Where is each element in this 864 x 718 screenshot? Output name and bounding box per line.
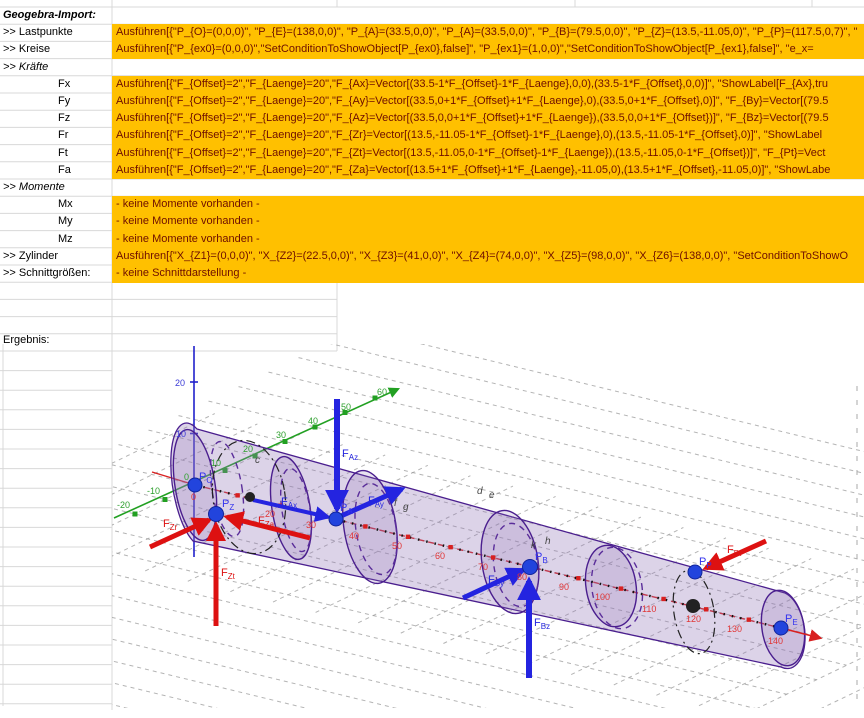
helper-point [686,599,700,613]
y-axis-tick [133,512,138,517]
row-label[interactable]: Mx [0,196,112,213]
helper-point [245,492,255,502]
value-cell[interactable]: - keine Schnittdarstellung - [112,265,864,283]
x-axis-tick [704,607,708,611]
y-axis-label: 20 [243,444,253,454]
value-cell[interactable] [112,59,864,77]
y-axis-label: 30 [276,430,286,440]
x-axis-label: 70 [478,562,488,572]
x-axis-label: 110 [642,604,656,614]
row-label[interactable]: >> Kräfte [0,59,112,76]
row-label[interactable]: >> Lastpunkte [0,24,112,41]
object-letter-label: g [403,502,409,513]
row-label[interactable]: >> Zylinder [0,248,112,265]
y-axis-label: 50 [341,402,351,412]
ergebnis-label: Ergebnis: [3,334,49,346]
formula-cell[interactable]: Ausführen[{"P_{O}=(0,0,0)", "P_{E}=(138,… [112,24,864,42]
z-axis-label: 20 [175,378,185,388]
object-letter-label: c [255,455,260,466]
row-label[interactable]: My [0,213,112,230]
row-label[interactable]: Fr [0,127,112,144]
row-label[interactable]: Mz [0,231,112,248]
row-label[interactable]: >> Momente [0,179,112,196]
row-label[interactable]: Fz [0,110,112,127]
z-axis-label: 10 [176,429,186,439]
row-label[interactable]: >> Schnittgrößen: [0,265,112,282]
x-axis-tick [448,545,452,549]
point-label-P-P: PP [699,556,712,570]
y-axis-label: -20 [117,500,130,510]
formula-cell[interactable]: Ausführen[{"F_{Offset}=2","F_{Laenge}=20… [112,76,864,94]
y-axis-label: -10 [147,486,160,496]
object-letter-label: h [545,536,551,547]
formula-cell[interactable]: Ausführen[{"F_{Offset}=2","F_{Laenge}=20… [112,162,864,180]
value-cell[interactable]: - keine Momente vorhanden - [112,196,864,214]
x-axis-label: 30 [306,520,316,530]
x-axis-tick [235,493,239,497]
row-label[interactable]: Fa [0,162,112,179]
x-axis-tick [747,617,751,621]
x-axis-label: 120 [686,614,701,624]
force-label-F-Zt: FZt [221,567,236,581]
x-axis-label: 60 [435,551,445,561]
x-axis-label: 20 [265,509,275,519]
y-axis-label: 10 [211,458,221,468]
row-label[interactable]: Fy [0,93,112,110]
x-axis-label: 130 [727,624,742,634]
y-axis-label: 40 [308,416,318,426]
formula-cell[interactable]: Ausführen[{"F_{Offset}=2","F_{Laenge}=20… [112,127,864,145]
x-axis-tick [619,586,623,590]
x-axis-label: 50 [392,541,402,551]
force-label-F-Az: FAz [342,448,358,462]
point [329,512,343,526]
formula-cell[interactable]: Ausführen[{"X_{Z1}=(0,0,0)", "X_{Z2}=(22… [112,248,864,266]
y-axis-label: 60 [377,387,387,397]
y-axis-label: 0 [184,472,189,482]
value-cell[interactable]: - keine Momente vorhanden - [112,231,864,249]
geogebra-3d-view: 0 20 30 40 50 60 70 80 90 100 110 120 130 140 -20 -10 0 1… [0,329,864,718]
force-label-F-Zr: FZr [163,518,178,532]
x-axis-label: 90 [559,582,569,592]
x-axis-label: 140 [768,636,783,646]
x-axis-label: 80 [517,572,527,582]
y-axis-tick [163,497,168,502]
formula-cell[interactable]: Ausführen[{"F_{Offset}=2","F_{Laenge}=20… [112,93,864,111]
x-axis-label: 0 [191,492,196,502]
formula-cell[interactable]: Ausführen[{"F_{Offset}=2","F_{Laenge}=20… [112,110,864,128]
row-label[interactable]: Fx [0,76,112,93]
object-letter-label: d [477,486,483,497]
x-axis-tick [576,576,580,580]
force-label-F-Pt: FPt [727,544,742,558]
value-cell[interactable] [112,7,864,25]
x-axis-tick [406,535,410,539]
row-label[interactable]: >> Kreise [0,41,112,58]
formula-cell[interactable]: Ausführen[{"F_{Offset}=2","F_{Laenge}=20… [112,145,864,163]
force-label-F-Bz: FBz [534,617,550,631]
value-cell[interactable]: - keine Momente vorhanden - [112,213,864,231]
row-label[interactable]: Geogebra-Import: [0,7,112,24]
row-label[interactable]: Ft [0,145,112,162]
x-axis-tick [491,555,495,559]
object-letter-label: e [489,490,495,501]
x-axis-tick [661,597,665,601]
formula-cell[interactable]: Ausführen[{"P_{ex0}=(0,0,0)","SetConditi… [112,41,864,59]
excel-geogebra-sheet: 0 20 30 40 50 60 70 80 90 100 110 120 130 140 -20 -10 0 1… [0,0,864,718]
x-axis-label: 100 [595,592,610,602]
x-axis-tick [363,524,367,528]
x-axis-label: 40 [349,531,359,541]
value-cell[interactable] [112,179,864,197]
